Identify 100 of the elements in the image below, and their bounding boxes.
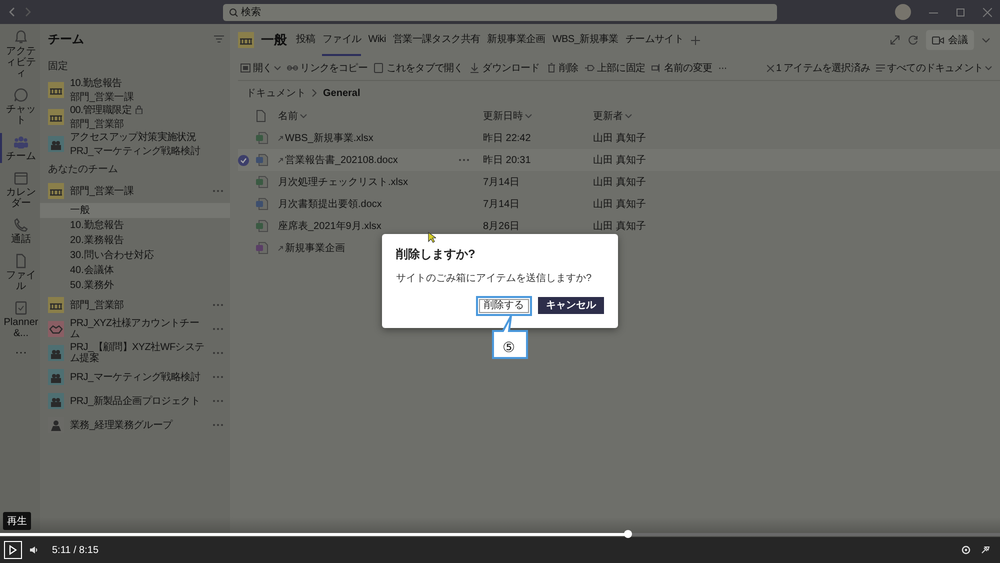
close-icon[interactable] [983, 8, 992, 16]
toolbar-button[interactable]: 削除 [544, 58, 580, 78]
column-header[interactable]: 更新者 [593, 109, 713, 123]
column-header[interactable]: 名前 [278, 109, 458, 123]
rail-item[interactable]: ファイル [0, 252, 40, 293]
back-icon[interactable] [8, 7, 16, 17]
file-name[interactable]: 新規事業企画 [285, 241, 345, 255]
dialog-message: サイトのごみ箱にアイテムを送信しますか? [396, 272, 592, 285]
more-icon[interactable] [212, 398, 224, 404]
channel-item[interactable]: 10.勤怠報告 [40, 218, 230, 233]
tab[interactable]: ファイル [322, 24, 362, 56]
breadcrumb-item[interactable]: ドキュメント [246, 86, 306, 100]
cancel-button[interactable]: キャンセル [538, 297, 604, 314]
filter-icon[interactable] [214, 35, 224, 43]
rail-item[interactable]: チャット [0, 86, 40, 127]
chevron-down-icon [274, 66, 282, 70]
more-icon[interactable] [212, 350, 224, 356]
toolbar-button[interactable]: リンクをコピー [285, 58, 370, 78]
chevron-down-icon [625, 114, 632, 118]
clipboard-icon [13, 300, 29, 316]
tab[interactable]: チームサイト [625, 24, 684, 56]
volume-icon[interactable] [30, 546, 38, 554]
more-icon[interactable] [212, 302, 224, 308]
more-icon[interactable] [212, 188, 224, 194]
toolbar-button[interactable]: 開く [238, 58, 284, 78]
search-field[interactable]: 検索 [223, 4, 777, 20]
seek-handle[interactable] [624, 530, 632, 538]
more-icon[interactable] [212, 374, 224, 380]
file-name[interactable]: 月次処理チェックリスト.xlsx [278, 175, 408, 189]
modified-by: 山田 真知子 [593, 132, 647, 145]
channel-item[interactable]: 30.問い合わせ対応 [40, 248, 230, 263]
spreadsheet-file-icon [256, 220, 268, 232]
selection-status[interactable]: 1 アイテムを選択済み [765, 58, 872, 78]
file-name[interactable]: 座席表_2021年9月.xlsx [278, 219, 382, 233]
team-name[interactable]: PRJ_マーケティング戦略検討 [70, 372, 206, 382]
team-name[interactable]: PRJ_XYZ社様アカウントチーム [70, 318, 206, 340]
breadcrumb-item: General [323, 88, 360, 98]
team-name[interactable]: 部門_営業一課 [70, 186, 206, 196]
team-name[interactable]: 業務_経理業務グループ [70, 420, 206, 430]
modified-date: 昨日 20:31 [483, 154, 532, 167]
refresh-icon[interactable] [908, 35, 918, 45]
team-subtitle: PRJ_マーケティング戦略検討 [70, 144, 200, 158]
tab[interactable]: 営業一課タスク共有 [392, 24, 480, 56]
toolbar-button[interactable]: ダウンロード [467, 58, 542, 78]
team-name[interactable]: アクセスアップ対策実施状況 [70, 130, 196, 144]
window-icon [240, 62, 251, 74]
chevron-down-icon[interactable] [982, 38, 990, 42]
rail-item[interactable]: 通話 [0, 216, 40, 246]
maximize-icon[interactable] [956, 8, 965, 16]
tab[interactable]: Wiki [368, 24, 386, 56]
seek-bar[interactable] [0, 533, 1000, 536]
channel-item[interactable]: 50.業務外 [40, 278, 230, 293]
team-name[interactable]: 00.管理職限定 [70, 102, 132, 116]
rail-item[interactable]: ··· [0, 346, 40, 359]
rail-item[interactable]: アクティビティ [0, 28, 40, 80]
rail-item[interactable]: カレンダー [0, 169, 40, 210]
lock-icon [134, 105, 143, 114]
checkmark-icon[interactable] [238, 154, 249, 166]
column-header[interactable]: 更新日時 [483, 109, 593, 123]
channel-title: 一般 [261, 31, 287, 49]
pin-icon[interactable] [981, 545, 990, 554]
more-icon[interactable] [458, 157, 470, 163]
team-logo-icon [48, 297, 64, 313]
play-button[interactable] [4, 541, 22, 559]
avatar[interactable] [895, 4, 911, 20]
team-logo-icon [238, 32, 254, 48]
settings-icon[interactable] [961, 545, 971, 555]
meet-button[interactable]: 会議 [926, 30, 974, 50]
team-name[interactable]: PRJ_【顧問】XYZ社WFシステム提案 [70, 342, 206, 364]
document-file-icon [256, 198, 268, 210]
channel-item[interactable]: 20.業務報告 [40, 233, 230, 248]
team-name[interactable]: PRJ_新製品企画プロジェクト [70, 396, 206, 406]
team-name[interactable]: 部門_営業部 [70, 300, 206, 310]
file-name[interactable]: 営業報告書_202108.docx [285, 153, 398, 167]
rail-item[interactable]: Planner &... [0, 299, 40, 340]
add-icon[interactable] [690, 36, 700, 44]
toolbar-button[interactable]: 上部に固定 [582, 58, 648, 78]
file-name[interactable]: 月次書類提出要領.docx [278, 197, 382, 211]
more-icon[interactable] [212, 326, 224, 332]
toolbar-button[interactable]: これをタブで開く [371, 58, 466, 78]
delete-button[interactable]: 削除する [479, 299, 529, 313]
team-logo-icon [48, 82, 64, 98]
toolbar-button[interactable]: ··· [716, 58, 729, 78]
trash-icon [546, 62, 557, 74]
more-icon[interactable] [212, 422, 224, 428]
tab[interactable]: 新規事業企画 [487, 24, 546, 56]
new-indicator-icon [278, 158, 283, 162]
file-name[interactable]: WBS_新規事業.xlsx [285, 131, 374, 145]
expand-icon[interactable] [890, 35, 900, 45]
tab[interactable]: 投稿 [296, 24, 316, 56]
forward-icon[interactable] [24, 7, 32, 17]
toolbar-button[interactable]: 名前の変更 [649, 58, 714, 78]
rename-icon [651, 62, 662, 74]
panel-title: チーム [48, 30, 84, 48]
playback-time: 5:11 / 8:15 [52, 544, 99, 556]
team-name[interactable]: 10.勤怠報告 [70, 76, 122, 90]
tab[interactable]: WBS_新規事業 [552, 24, 618, 56]
channel-item[interactable]: 一般 [40, 203, 230, 218]
channel-item[interactable]: 40.会議体 [40, 263, 230, 278]
view-dropdown[interactable]: すべてのドキュメント [874, 58, 994, 78]
